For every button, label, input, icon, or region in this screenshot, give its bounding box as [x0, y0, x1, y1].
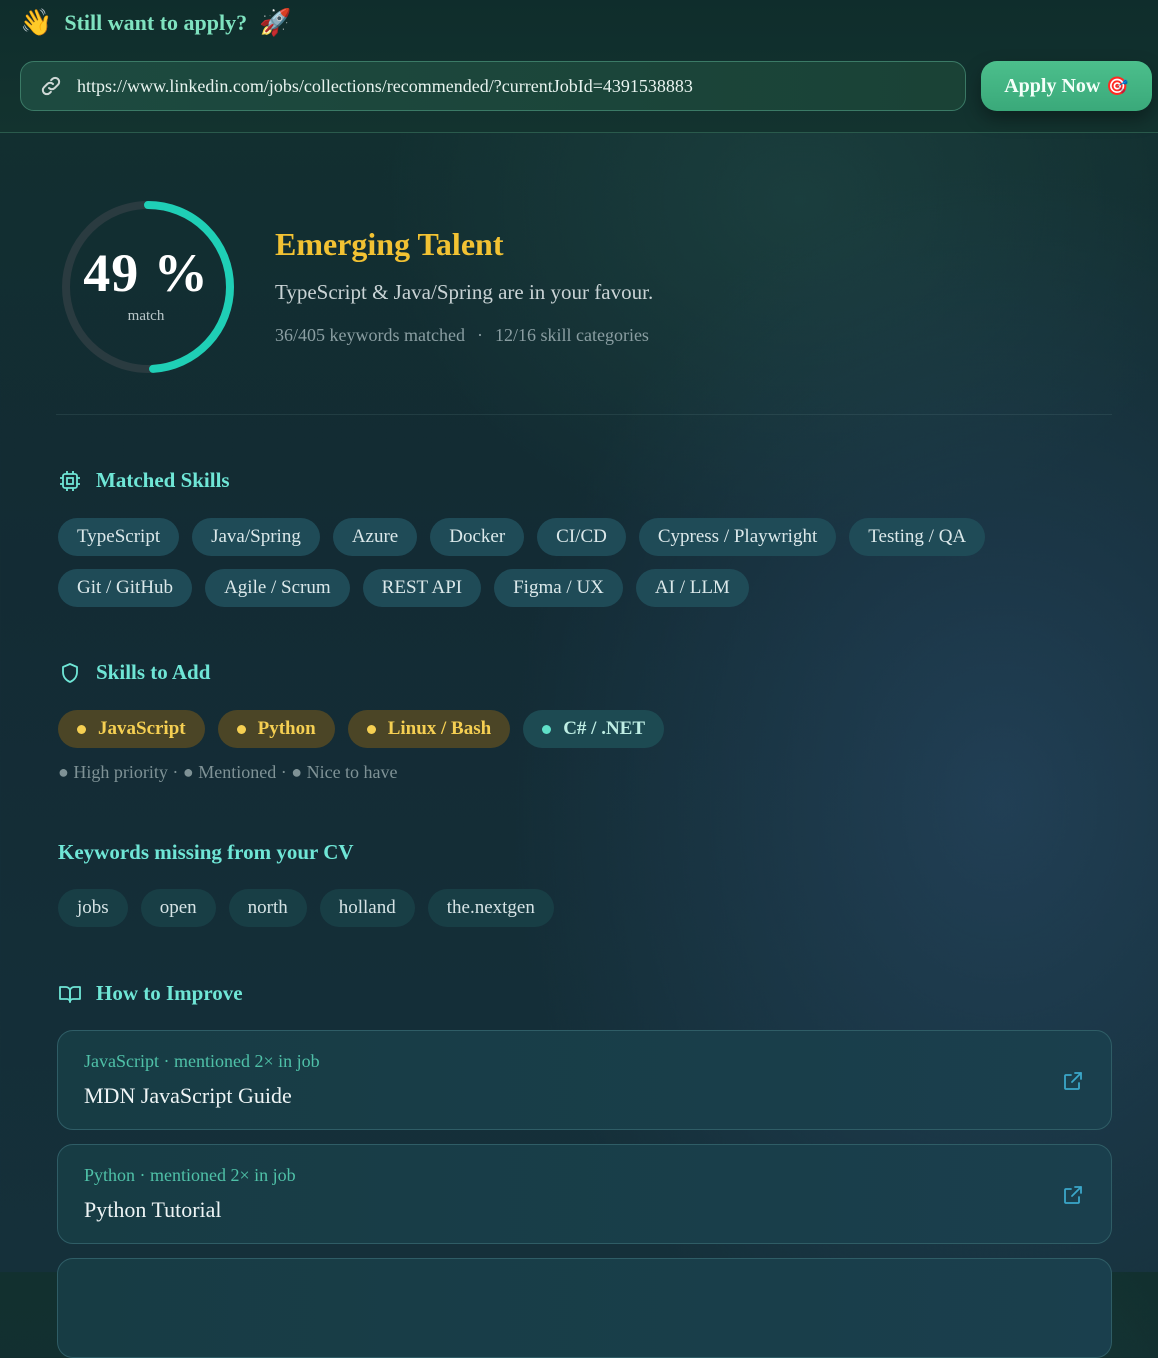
resource-card[interactable]: Python · mentioned 2× in job Python Tuto… — [57, 1144, 1112, 1244]
missing-keywords-list: jobs open north holland the.nextgen — [58, 889, 554, 927]
skill-chip: Cypress / Playwright — [638, 518, 837, 556]
apply-prompt: 👋 Still want to apply? 🚀 — [20, 0, 292, 46]
matched-skills-heading: Matched Skills — [58, 468, 230, 493]
resource-name: MDN JavaScript Guide — [84, 1083, 292, 1108]
resource-meta: Python · mentioned 2× in job — [84, 1165, 296, 1185]
categories-matched: 12/16 skill categories — [494, 325, 649, 345]
skill-to-add-chip: JavaScript — [58, 710, 205, 748]
rocket-emoji: 🚀 — [259, 8, 292, 37]
missing-keywords-title: Keywords missing from your CV — [58, 840, 354, 864]
skill-chip: Figma / UX — [494, 569, 623, 607]
keyword-chip: open — [140, 889, 216, 927]
apply-bar: 👋 Still want to apply? 🚀 Apply Now 🎯 — [0, 0, 1158, 133]
skill-chip: Docker — [430, 518, 525, 556]
keyword-chip: holland — [319, 889, 415, 927]
skill-chip: Java/Spring — [192, 518, 320, 556]
how-to-improve-heading: How to Improve — [58, 981, 243, 1006]
skill-to-add-label: C# / .NET — [563, 718, 646, 739]
skill-to-add-label: JavaScript — [98, 718, 186, 739]
skill-chip: Git / GitHub — [58, 569, 193, 607]
apply-now-label: Apply Now — [1004, 74, 1101, 97]
how-to-improve-title: How to Improve — [96, 981, 243, 1005]
keyword-chip: north — [228, 889, 307, 927]
external-link-icon[interactable] — [1061, 1069, 1085, 1093]
match-stats: 36/405 keywords matched · 12/16 skill cate… — [275, 325, 649, 346]
skill-to-add-label: Linux / Bash — [387, 718, 492, 739]
external-link-icon[interactable] — [1061, 1183, 1085, 1207]
match-label: match — [127, 308, 165, 324]
keyword-chip: jobs — [58, 889, 128, 927]
skill-chip: Agile / Scrum — [205, 569, 350, 607]
tier-title: Emerging Talent — [275, 226, 504, 262]
chip-icon — [60, 470, 80, 491]
apply-now-button[interactable]: Apply Now 🎯 — [981, 61, 1152, 111]
matched-skills-list: TypeScript Java/Spring Azure Docker CI/CD Cyp… — [58, 518, 1058, 607]
target-emoji: 🎯 — [1106, 75, 1129, 96]
skill-chip: REST API — [362, 569, 482, 607]
job-url-input[interactable] — [75, 74, 939, 98]
skill-chip: Testing / QA — [849, 518, 986, 556]
skill-chip: AI / LLM — [635, 569, 749, 607]
skills-to-add-title: Skills to Add — [96, 660, 211, 684]
resource-meta: JavaScript · mentioned 2× in job — [84, 1051, 320, 1071]
skills-to-add-list: JavaScript Python Linux / Bash C# / .NET — [58, 710, 665, 748]
section-divider — [56, 414, 1112, 415]
matched-skills-title: Matched Skills — [96, 468, 230, 492]
wave-emoji: 👋 — [20, 8, 53, 37]
skill-chip: CI/CD — [537, 518, 626, 556]
shield-icon — [62, 662, 78, 683]
stats-separator: · — [476, 325, 483, 345]
job-url-field[interactable] — [20, 61, 966, 111]
skill-to-add-chip: C# / .NET — [523, 710, 665, 748]
resource-name: Python Tutorial — [84, 1197, 222, 1222]
keyword-chip: the.nextgen — [427, 889, 554, 927]
skill-to-add-label: Python — [257, 718, 316, 739]
skills-to-add-heading: Skills to Add — [58, 660, 210, 685]
skill-to-add-chip: Linux / Bash — [347, 710, 511, 748]
priority-dot — [542, 724, 552, 734]
skill-to-add-chip: Python — [217, 710, 335, 748]
keywords-matched: 36/405 keywords matched — [275, 325, 465, 345]
match-percent: 49 % — [83, 243, 209, 303]
skill-chip: Azure — [332, 518, 418, 556]
apply-prompt-title: Still want to apply? — [64, 10, 248, 35]
priority-legend: ● High priority · ● Mentioned · ● Nice t… — [58, 762, 398, 782]
priority-dot — [77, 724, 86, 734]
link-icon — [41, 76, 61, 96]
book-icon — [59, 985, 81, 1003]
match-summary: TypeScript & Java/Spring are in your fav… — [275, 280, 654, 304]
resource-card-partial[interactable] — [57, 1258, 1112, 1358]
priority-dot — [366, 724, 376, 734]
skill-chip: TypeScript — [58, 518, 180, 556]
priority-dot — [236, 724, 246, 734]
resource-card[interactable]: JavaScript · mentioned 2× in job MDN Jav… — [57, 1030, 1112, 1130]
